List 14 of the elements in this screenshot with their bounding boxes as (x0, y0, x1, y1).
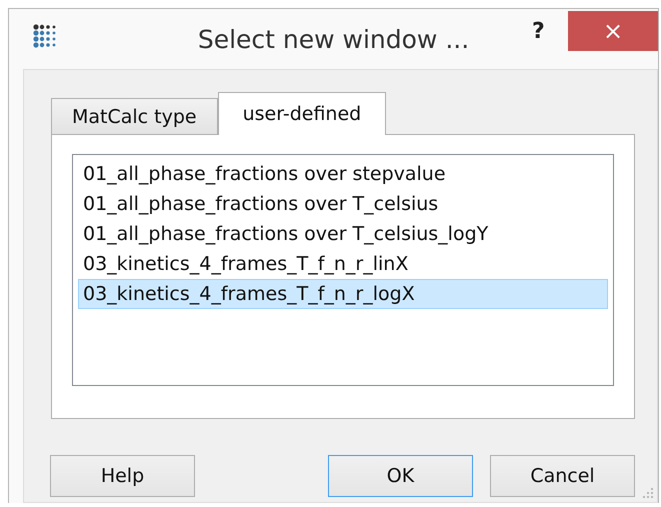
tab[interactable]: user-defined (218, 92, 386, 135)
tab[interactable]: MatCalc type (51, 98, 218, 134)
list-item[interactable]: 03_kinetics_4_frames_T_f_n_r_linX (78, 249, 608, 279)
list-item[interactable]: 01_all_phase_fractions over T_celsius (78, 189, 608, 219)
help-button[interactable]: ? (532, 19, 545, 44)
resize-grip-icon[interactable] (642, 487, 654, 499)
list-item[interactable]: 03_kinetics_4_frames_T_f_n_r_logX (78, 279, 608, 309)
ok-button[interactable]: OK (328, 455, 473, 497)
list-item[interactable]: 01_all_phase_fractions over T_celsius_logY (78, 219, 608, 249)
close-button[interactable]: × (568, 11, 658, 51)
list-item[interactable]: 01_all_phase_fractions over stepvalue (78, 159, 608, 189)
help-button[interactable]: Help (50, 455, 195, 497)
window-title: Select new window ... (198, 25, 470, 54)
cancel-button[interactable]: Cancel (490, 455, 635, 497)
